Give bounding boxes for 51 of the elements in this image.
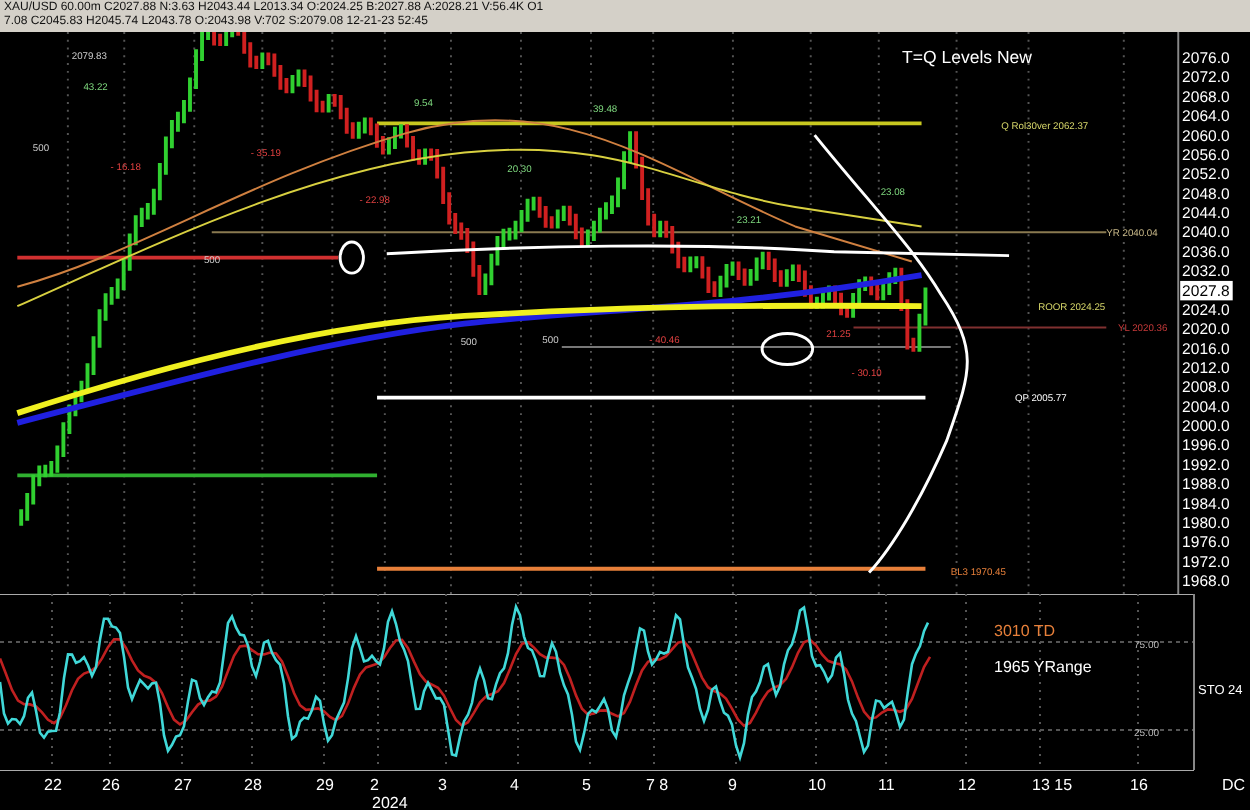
price-tick: 2016.0 [1182, 339, 1230, 358]
hand-drawn-circle [338, 240, 365, 275]
price-tick: 1980.0 [1182, 513, 1230, 532]
price-tick: 2048.0 [1182, 184, 1230, 203]
price-tick: 2012.0 [1182, 359, 1230, 377]
date-label: 28 [244, 776, 262, 794]
hand-drawn-circle [760, 331, 815, 366]
date-label: 10 [808, 776, 826, 794]
date-label: 16 [1130, 776, 1148, 794]
date-label: 26 [102, 776, 120, 794]
chart-title: T=Q Levels New [902, 47, 1032, 68]
date-label: 7 8 [646, 776, 669, 794]
price-tick: 2064.0 [1182, 107, 1230, 126]
date-label: 27 [174, 776, 192, 794]
date-label: 4 [510, 776, 519, 794]
price-tick: 2036.0 [1182, 242, 1230, 261]
year-label: 2024 [372, 794, 408, 810]
price-tick: 2052.0 [1182, 165, 1230, 184]
date-label: 29 [316, 776, 334, 794]
price-tick: 2040.0 [1182, 223, 1230, 242]
date-label: 13 15 [1032, 776, 1073, 794]
price-tick: 1968.0 [1182, 572, 1230, 591]
date-label: 3 [438, 776, 447, 794]
price-tick: 1976.0 [1182, 533, 1230, 552]
date-label: 11 [878, 776, 895, 794]
price-tick: 1992.0 [1182, 455, 1230, 474]
date-label: 2 [370, 776, 379, 794]
corner-label: DC [1222, 776, 1246, 794]
date-label: 9 [728, 776, 737, 794]
indicator-label: 3010 TD [994, 622, 1056, 640]
price-tick: 1972.0 [1182, 552, 1230, 571]
price-tick: 2020.0 [1182, 320, 1230, 339]
price-tick: 2032.0 [1182, 262, 1230, 281]
indicator-label: 1965 YRange [994, 658, 1092, 676]
price-tick: 2060.0 [1182, 126, 1230, 145]
price-tick: 1984.0 [1182, 494, 1230, 513]
date-label: 5 [582, 776, 591, 794]
price-tick: 1988.0 [1182, 475, 1230, 494]
price-tick: 2068.0 [1182, 87, 1230, 106]
date-label: 12 [958, 776, 976, 794]
price-tick: 1996.0 [1182, 436, 1230, 455]
price-tick: 2072.0 [1182, 68, 1230, 87]
price-tick: 2044.0 [1182, 204, 1230, 223]
price-tick: 2056.0 [1182, 145, 1230, 164]
price-tick: 2000.0 [1182, 417, 1230, 436]
date-label: 22 [44, 776, 62, 794]
current-price-tag: 2027.8 [1180, 280, 1233, 301]
price-tick: 2024.0 [1182, 300, 1230, 319]
price-tick: 2004.0 [1182, 397, 1230, 416]
price-tick: 2076.0 [1182, 49, 1230, 68]
price-tick: 2008.0 [1182, 378, 1230, 397]
